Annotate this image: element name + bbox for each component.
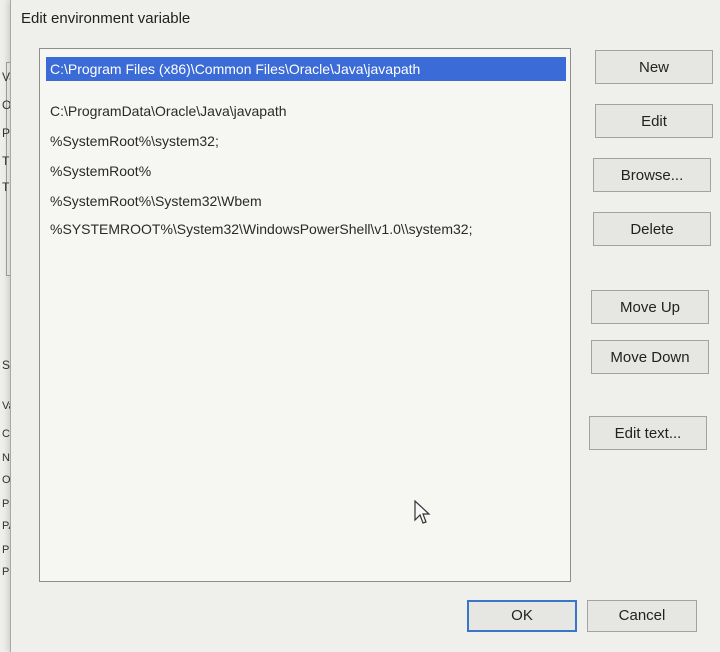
list-item[interactable]: %SYSTEMROOT%\System32\WindowsPowerShell\… [46,217,472,241]
edit-text-button[interactable]: Edit text... [589,416,707,450]
edit-environment-variable-dialog: Edit environment variable C:\Program Fil… [10,0,720,652]
edit-button[interactable]: Edit [595,104,713,138]
list-item[interactable]: %SystemRoot%\System32\Wbem [46,189,262,213]
list-item[interactable]: %SystemRoot% [46,159,151,183]
delete-button[interactable]: Delete [593,212,711,246]
mouse-pointer-icon [414,500,431,524]
new-button[interactable]: New [595,50,713,84]
cancel-button[interactable]: Cancel [587,600,697,632]
list-item[interactable]: C:\Program Files (x86)\Common Files\Orac… [46,57,566,81]
dialog-title: Edit environment variable [21,10,191,27]
path-entries-list[interactable]: C:\Program Files (x86)\Common Files\Orac… [39,48,571,582]
move-up-button[interactable]: Move Up [591,290,709,324]
browse-button[interactable]: Browse... [593,158,711,192]
list-item[interactable]: %SystemRoot%\system32; [46,129,219,153]
move-down-button[interactable]: Move Down [591,340,709,374]
list-item[interactable]: C:\ProgramData\Oracle\Java\javapath [46,99,287,123]
ok-button[interactable]: OK [467,600,577,632]
